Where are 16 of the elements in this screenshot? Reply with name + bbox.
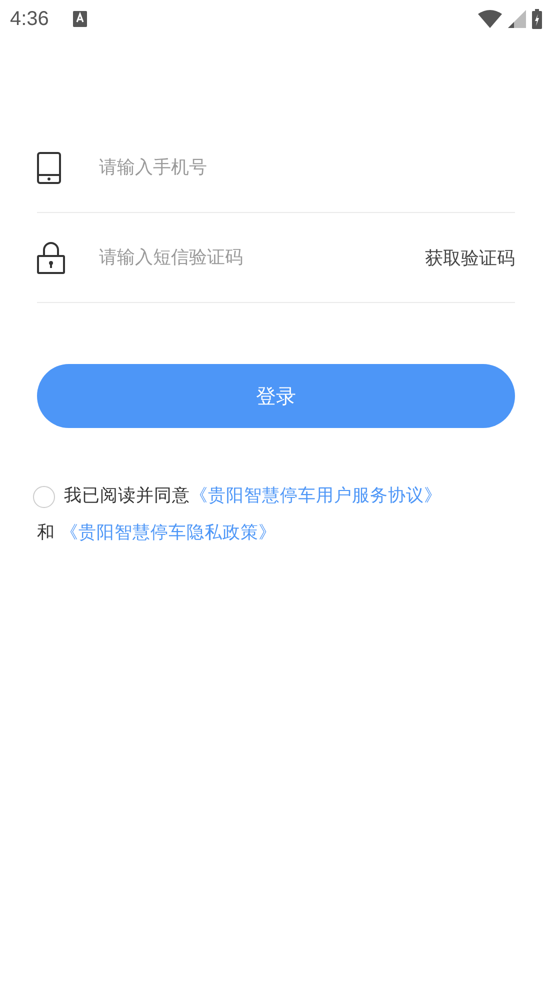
phone-input[interactable]: 请输入手机号 [99,148,515,188]
privacy-link[interactable]: 《贵阳智慧停车隐私政策》 [60,523,277,543]
lock-icon [37,242,65,274]
phone-icon [37,152,61,184]
get-code-button[interactable]: 获取验证码 [425,246,515,270]
agreement-text: 和 《贵阳智慧停车隐私政策》 [37,522,278,545]
code-input[interactable]: 请输入短信验证码 [99,238,425,278]
signal-icon [508,10,526,28]
agree-checkbox[interactable] [33,486,55,508]
login-button[interactable]: 登录 [37,364,515,428]
battery-icon [532,9,542,29]
terms-link[interactable]: 《贵阳智慧停车用户服务协议》 [190,486,442,506]
clock: 4:36 [10,8,49,30]
agreement-text: 我已阅读并同意《贵阳智慧停车用户服务协议》 [64,485,442,508]
wifi-icon [478,10,502,28]
keyboard-icon [72,11,87,27]
